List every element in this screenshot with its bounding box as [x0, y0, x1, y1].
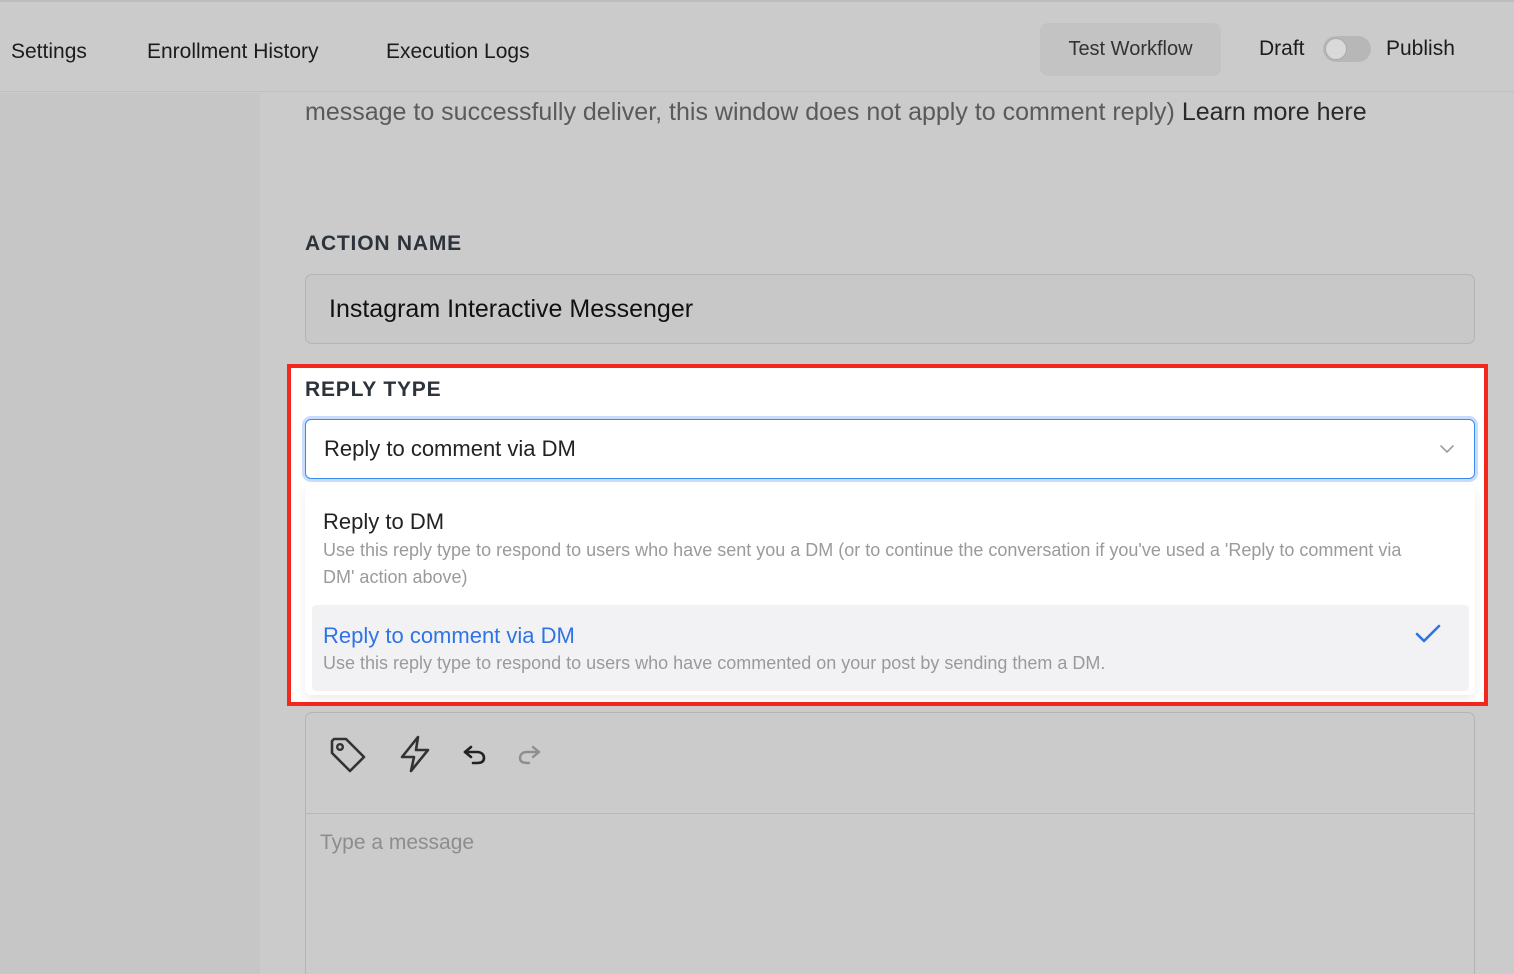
reply-type-label: REPLY TYPE: [305, 378, 442, 401]
lightning-icon[interactable]: [398, 735, 432, 773]
test-workflow-button[interactable]: Test Workflow: [1040, 23, 1221, 76]
option-description: Use this reply type to respond to users …: [323, 653, 1106, 673]
toggle-knob: [1325, 38, 1347, 60]
undo-icon[interactable]: [462, 741, 488, 767]
tab-enrollment-history[interactable]: Enrollment History: [147, 40, 319, 64]
redo-icon[interactable]: [516, 741, 542, 767]
tab-settings[interactable]: Settings: [11, 40, 87, 64]
publish-label[interactable]: Publish: [1386, 37, 1455, 61]
top-nav-bar: Settings Enrollment History Execution Lo…: [0, 0, 1514, 92]
option-reply-to-comment-via-dm[interactable]: Reply to comment via DM Use this reply t…: [312, 605, 1469, 691]
draft-label: Draft: [1259, 37, 1305, 60]
action-name-label: ACTION NAME: [305, 232, 462, 255]
tag-icon[interactable]: [328, 735, 368, 775]
option-reply-to-dm[interactable]: Reply to DM Use this reply type to respo…: [312, 489, 1469, 601]
option-title: Reply to DM: [323, 509, 445, 534]
option-description: Use this reply type to respond to users …: [323, 540, 1402, 587]
publish-toggle[interactable]: [1323, 36, 1371, 62]
tab-execution-logs[interactable]: Execution Logs: [386, 40, 530, 64]
checkmark-icon: [1415, 624, 1441, 643]
message-editor: Type a message: [305, 712, 1475, 974]
learn-more-link[interactable]: Learn more here: [1182, 98, 1367, 126]
option-title: Reply to comment via DM: [323, 623, 575, 648]
reply-type-selected-value: Reply to comment via DM: [324, 436, 576, 461]
info-description: message to successfully deliver, this wi…: [305, 98, 1175, 126]
editor-toolbar: [306, 713, 1474, 814]
reply-type-dropdown: Reply to DM Use this reply type to respo…: [305, 485, 1475, 695]
info-text: message to successfully deliver, this wi…: [305, 98, 1367, 127]
reply-type-select[interactable]: Reply to comment via DM: [305, 419, 1475, 479]
message-input[interactable]: Type a message: [320, 831, 474, 855]
left-panel: [0, 93, 260, 974]
action-name-input[interactable]: Instagram Interactive Messenger: [305, 274, 1475, 344]
chevron-down-icon: [1440, 445, 1454, 453]
